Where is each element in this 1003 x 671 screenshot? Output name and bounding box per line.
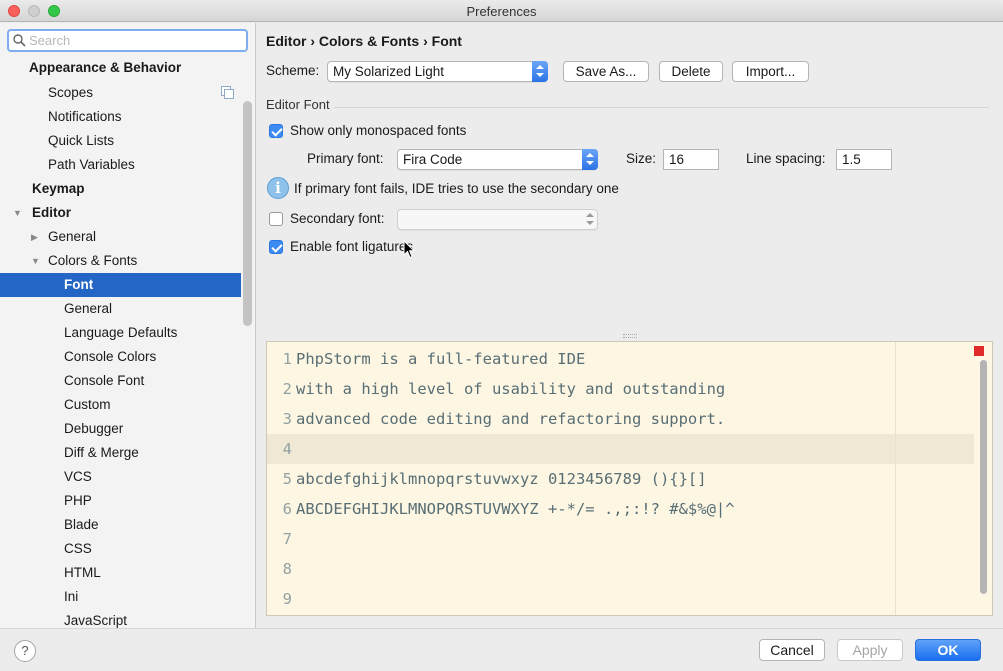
line-text: advanced code editing and refactoring su… bbox=[296, 410, 726, 428]
line-number: 3 bbox=[282, 410, 292, 428]
size-label: Size: bbox=[626, 151, 657, 166]
sidebar-item-console-font[interactable]: Console Font bbox=[0, 369, 241, 393]
help-button[interactable]: ? bbox=[14, 640, 36, 662]
line-text: with a high level of usability and outst… bbox=[296, 380, 726, 398]
collapsed-arrow-icon[interactable]: ▶ bbox=[31, 225, 38, 249]
scheme-select[interactable]: My Solarized Light bbox=[327, 61, 548, 82]
sidebar-item-css[interactable]: CSS bbox=[0, 537, 241, 561]
info-icon: i bbox=[267, 177, 289, 199]
preview-line: 6 ABCDEFGHIJKLMNOPQRSTUVWXYZ +-*/= .,;:!?… bbox=[267, 494, 974, 524]
scheme-label: Scheme: bbox=[266, 63, 320, 78]
sidebar-item-keymap[interactable]: Keymap bbox=[0, 177, 241, 201]
primary-font-value: Fira Code bbox=[403, 152, 463, 167]
expanded-arrow-icon[interactable]: ▼ bbox=[31, 249, 40, 273]
sidebar-scrollbar[interactable] bbox=[243, 101, 252, 326]
line-number: 7 bbox=[282, 530, 292, 548]
error-marker-icon[interactable] bbox=[974, 346, 984, 356]
splitter-grip[interactable] bbox=[623, 334, 637, 338]
line-spacing-label: Line spacing: bbox=[746, 151, 826, 166]
sidebar-item-quick-lists[interactable]: Quick Lists bbox=[0, 129, 241, 153]
preview-line: 8 bbox=[267, 554, 974, 584]
line-number: 1 bbox=[282, 350, 292, 368]
sidebar-item-custom[interactable]: Custom bbox=[0, 393, 241, 417]
project-settings-icon bbox=[221, 86, 234, 99]
cancel-button[interactable]: Cancel bbox=[759, 639, 825, 661]
line-number: 6 bbox=[282, 500, 292, 518]
font-ligatures-label: Enable font ligatures bbox=[290, 239, 414, 254]
editor-font-group-title: Editor Font bbox=[266, 97, 330, 112]
sidebar-item-blade[interactable]: Blade bbox=[0, 513, 241, 537]
chevron-updown-icon bbox=[582, 149, 598, 170]
sidebar-item-html[interactable]: HTML bbox=[0, 561, 241, 585]
secondary-font-select[interactable] bbox=[397, 209, 598, 230]
line-number: 8 bbox=[282, 560, 292, 578]
sidebar-item-debugger[interactable]: Debugger bbox=[0, 417, 241, 441]
window-title: Preferences bbox=[466, 4, 537, 19]
preview-line: 3 advanced code editing and refactoring s… bbox=[267, 404, 974, 434]
line-text: abcdefghijklmnopqrstuvwxyz 0123456789 ()… bbox=[296, 470, 707, 488]
delete-button[interactable]: Delete bbox=[659, 61, 723, 82]
primary-font-select[interactable]: Fira Code bbox=[397, 149, 598, 170]
line-number: 9 bbox=[282, 590, 292, 608]
preview-line: 9 bbox=[267, 584, 974, 614]
line-number: 4 bbox=[282, 440, 292, 458]
preview-scrollbar[interactable] bbox=[980, 360, 987, 594]
line-number: 5 bbox=[282, 470, 292, 488]
line-text: ABCDEFGHIJKLMNOPQRSTUVWXYZ +-*/= .,;:!? … bbox=[296, 500, 735, 518]
save-as-button[interactable]: Save As... bbox=[563, 61, 649, 82]
preview-line: 2 with a high level of usability and outs… bbox=[267, 374, 974, 404]
dialog-footer: ? Cancel Apply OK bbox=[0, 628, 1003, 671]
sidebar-item-general[interactable]: ▶ General bbox=[0, 225, 241, 249]
sidebar-item-php[interactable]: PHP bbox=[0, 489, 241, 513]
sidebar-item-language-defaults[interactable]: Language Defaults bbox=[0, 321, 241, 345]
sidebar-item-diff-merge[interactable]: Diff & Merge bbox=[0, 441, 241, 465]
scheme-value: My Solarized Light bbox=[333, 64, 445, 79]
import-button[interactable]: Import... bbox=[732, 61, 809, 82]
sidebar-item-ini[interactable]: Ini bbox=[0, 585, 241, 609]
secondary-font-checkbox[interactable] bbox=[269, 212, 283, 226]
sidebar-item-appearance-behavior[interactable]: Appearance & Behavior bbox=[0, 56, 241, 80]
mouse-pointer-icon bbox=[403, 240, 415, 259]
sidebar-item-vcs[interactable]: VCS bbox=[0, 465, 241, 489]
breadcrumb: Editor › Colors & Fonts › Font bbox=[266, 33, 462, 49]
sidebar-item-path-variables[interactable]: Path Variables bbox=[0, 153, 241, 177]
preview-line: 1 PhpStorm is a full-featured IDE bbox=[267, 344, 974, 374]
sidebar-item-javascript[interactable]: JavaScript bbox=[0, 609, 241, 628]
sidebar-item-notifications[interactable]: Notifications bbox=[0, 105, 241, 129]
sidebar-item-console-colors[interactable]: Console Colors bbox=[0, 345, 241, 369]
font-size-input[interactable]: 16 bbox=[663, 149, 719, 170]
apply-button[interactable]: Apply bbox=[837, 639, 903, 661]
preview-line: 5 abcdefghijklmnopqrstuvwxyz 0123456789 (… bbox=[267, 464, 974, 494]
line-number: 2 bbox=[282, 380, 292, 398]
secondary-font-label: Secondary font: bbox=[290, 211, 385, 226]
title-bar: Preferences bbox=[0, 0, 1003, 22]
sidebar-item-editor[interactable]: ▼ Editor bbox=[0, 201, 241, 225]
preview-line: 4 bbox=[267, 434, 974, 464]
search-input[interactable] bbox=[29, 32, 239, 49]
group-divider bbox=[334, 107, 989, 108]
chevron-updown-icon bbox=[532, 61, 548, 82]
show-monospaced-label: Show only monospaced fonts bbox=[290, 123, 467, 138]
fallback-info-text: If primary font fails, IDE tries to use … bbox=[294, 181, 619, 196]
preview-line: 7 bbox=[267, 524, 974, 554]
sidebar-item-colors-fonts[interactable]: ▼ Colors & Fonts bbox=[0, 249, 241, 273]
expanded-arrow-icon[interactable]: ▼ bbox=[13, 201, 22, 225]
sidebar-item-font[interactable]: Font bbox=[0, 273, 241, 297]
search-icon bbox=[13, 34, 26, 47]
show-monospaced-checkbox[interactable] bbox=[269, 124, 283, 138]
sidebar-item-scopes[interactable]: Scopes bbox=[0, 81, 241, 105]
settings-sidebar: Appearance & Behavior Scopes Notificatio… bbox=[0, 23, 256, 628]
font-ligatures-checkbox[interactable] bbox=[269, 240, 283, 254]
font-settings-panel: Editor › Colors & Fonts › Font Scheme: M… bbox=[257, 23, 1003, 628]
line-text: PhpStorm is a full-featured IDE bbox=[296, 350, 586, 368]
line-spacing-input[interactable]: 1.5 bbox=[836, 149, 892, 170]
sidebar-item-colors-general[interactable]: General bbox=[0, 297, 241, 321]
primary-font-label: Primary font: bbox=[307, 151, 384, 166]
font-preview-editor[interactable]: 1 PhpStorm is a full-featured IDE 2 with a… bbox=[266, 341, 993, 616]
chevron-updown-icon bbox=[582, 209, 598, 230]
ok-button[interactable]: OK bbox=[915, 639, 981, 661]
search-box[interactable] bbox=[7, 29, 248, 52]
